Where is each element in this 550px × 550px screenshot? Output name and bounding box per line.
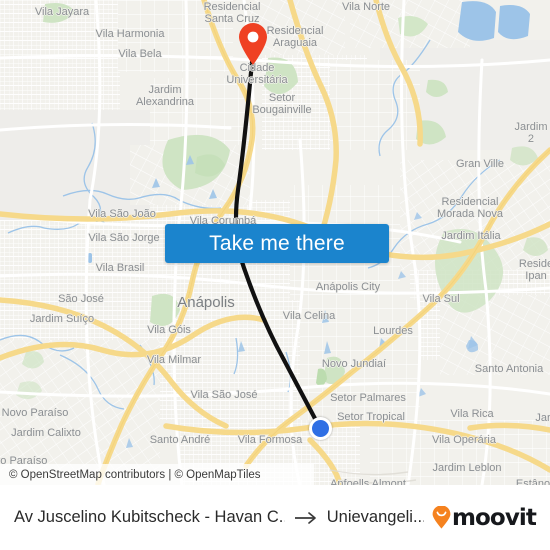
attribution-text[interactable]: © OpenStreetMap contributors | © OpenMap… xyxy=(0,469,261,481)
map-canvas[interactable]: Vila Jayara Vila Harmonia Vila Bela Jardim … xyxy=(0,0,550,485)
map-pin-icon[interactable] xyxy=(238,22,268,66)
route-summary[interactable]: Av Juscelino Kubitscheck - Havan C... Un… xyxy=(14,508,424,527)
route-origin-label: Av Juscelino Kubitscheck - Havan C... xyxy=(14,508,285,526)
moovit-wordmark: moovit xyxy=(451,504,537,531)
current-location-dot[interactable] xyxy=(309,417,332,440)
map-attribution: © OpenStreetMap contributors | © OpenMap… xyxy=(0,464,314,485)
arrow-right-icon xyxy=(294,511,316,524)
route-footer: Av Juscelino Kubitscheck - Havan C... Un… xyxy=(0,485,550,550)
route-destination-label: Unievangeli... xyxy=(326,508,424,526)
take-me-there-button[interactable]: Take me there xyxy=(165,224,389,263)
moovit-pin-icon xyxy=(432,506,451,529)
moovit-logo[interactable]: moovit xyxy=(432,504,537,531)
